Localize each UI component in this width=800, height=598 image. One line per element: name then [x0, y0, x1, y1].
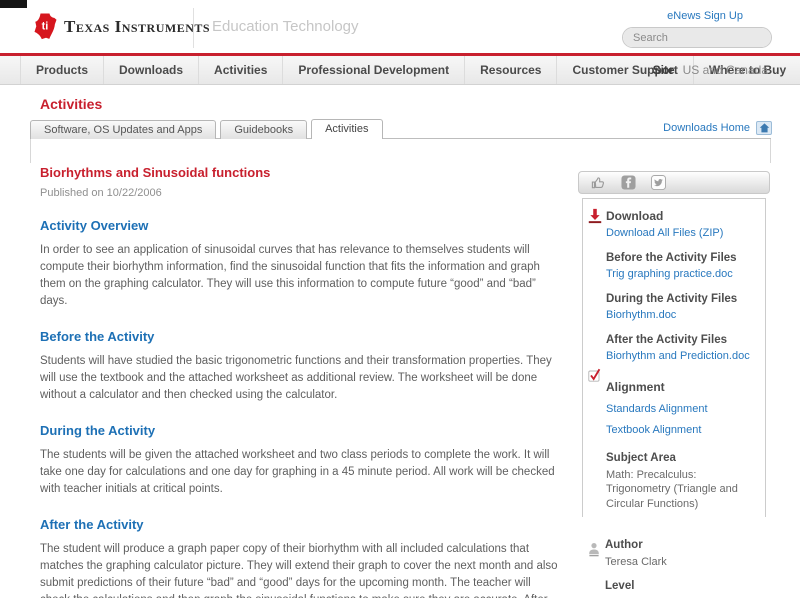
file-group-during: During the Activity Files Biorhythm.doc: [606, 293, 757, 321]
download-label: Download: [606, 209, 664, 223]
nav-item-resources[interactable]: Resources: [465, 56, 558, 84]
home-icon[interactable]: [756, 121, 772, 135]
subject-area-label: Subject Area: [606, 452, 676, 464]
section-body-after-the-activity: The student will produce a graph paper c…: [40, 543, 558, 598]
file-group-label: After the Activity Files: [606, 334, 727, 346]
brand-wordmark: Texas Instruments: [64, 17, 211, 36]
resources-panel: Download Download All Files (ZIP) Before…: [582, 198, 766, 517]
section-body-activity-overview: In order to see an application of sinuso…: [40, 244, 540, 308]
file-group-label: During the Activity Files: [606, 293, 738, 305]
subject-area-value: Math: Precalculus: Trigonometry (Triangl…: [606, 469, 738, 510]
nav-item-downloads[interactable]: Downloads: [104, 56, 200, 84]
tab-software-os-updates[interactable]: Software, OS Updates and Apps: [30, 120, 217, 139]
file-group-after: After the Activity Files Biorhythm and P…: [606, 334, 757, 362]
social-share-bar: [578, 171, 770, 194]
twitter-icon[interactable]: [651, 175, 666, 190]
division-title: Education Technology: [212, 18, 359, 35]
nav-item-professional-development[interactable]: Professional Development: [283, 56, 466, 84]
article-title: Biorhythms and Sinusoidal functions: [40, 165, 271, 180]
site-header: ti Texas Instruments Education Technolog…: [0, 0, 800, 53]
published-date: Published on 10/22/2006: [40, 187, 162, 199]
section-heading-after-the-activity: After the Activity: [40, 517, 144, 533]
file-link-trig-graphing-practice[interactable]: Trig graphing practice.doc: [606, 268, 733, 280]
section-heading-before-the-activity: Before the Activity: [40, 329, 155, 345]
standards-alignment-link[interactable]: Standards Alignment: [606, 403, 757, 415]
site-region: US and Canada: [682, 63, 768, 77]
textbook-alignment-link[interactable]: Textbook Alignment: [606, 424, 757, 436]
ti-education-page: ti Texas Instruments Education Technolog…: [0, 0, 800, 598]
page-title: Activities: [40, 96, 103, 112]
checkbox-check-icon: [588, 368, 601, 382]
downloads-home: Downloads Home: [663, 121, 772, 135]
tab-activities[interactable]: Activities: [311, 119, 383, 139]
thumbs-up-icon[interactable]: [591, 175, 606, 190]
file-link-biorhythm[interactable]: Biorhythm.doc: [606, 309, 676, 321]
svg-text:ti: ti: [42, 21, 49, 33]
search-box: »: [622, 27, 772, 48]
download-arrow-icon: [588, 208, 602, 224]
section-heading-activity-overview: Activity Overview: [40, 218, 149, 233]
search-input[interactable]: [623, 28, 771, 47]
activity-meta: Author Teresa Clark Level 9-12 Activity …: [582, 517, 770, 598]
screen-corner-artifact: [0, 0, 27, 8]
alignment-label: Alignment: [606, 380, 665, 394]
content-right-edge: [770, 138, 771, 163]
file-link-biorhythm-and-prediction[interactable]: Biorhythm and Prediction.doc: [606, 350, 750, 362]
activity-article: Biorhythms and Sinusoidal functions Publ…: [40, 165, 562, 598]
subject-area-block: Subject Area Math: Precalculus: Trigonom…: [606, 452, 757, 511]
ti-logo-icon: ti: [34, 13, 57, 40]
content-left-edge: [30, 138, 31, 163]
tab-bar: Software, OS Updates and Apps Guidebooks…: [30, 119, 387, 139]
level-label: Level: [605, 579, 635, 592]
tab-guidebooks[interactable]: Guidebooks: [220, 120, 308, 139]
activity-sidebar: Download Download All Files (ZIP) Before…: [578, 171, 770, 598]
file-group-label: Before the Activity Files: [606, 252, 737, 264]
section-body-during-the-activity: The students will be given the attached …: [40, 449, 555, 496]
nav-item-activities[interactable]: Activities: [199, 56, 284, 84]
site-label: Site: [652, 63, 675, 77]
header-divider: [193, 8, 194, 48]
enews-signup-link[interactable]: eNews Sign Up: [667, 10, 743, 22]
section-heading-during-the-activity: During the Activity: [40, 423, 156, 439]
nav-item-products[interactable]: Products: [20, 56, 105, 84]
person-icon: [589, 542, 599, 557]
ti-logo-group[interactable]: ti Texas Instruments: [33, 13, 210, 40]
section-body-before-the-activity: Students will have studied the basic tri…: [40, 355, 552, 402]
downloads-home-link[interactable]: Downloads Home: [663, 122, 750, 134]
author-value: Teresa Clark: [605, 555, 667, 568]
facebook-icon[interactable]: [621, 175, 636, 190]
alignment-block: Alignment Standards Alignment Textbook A…: [588, 368, 757, 436]
author-label: Author: [605, 538, 643, 551]
primary-nav: Products Downloads Activities Profession…: [0, 56, 800, 85]
download-all-files-link[interactable]: Download All Files (ZIP): [606, 227, 723, 239]
file-group-before: Before the Activity Files Trig graphing …: [606, 252, 757, 280]
site-selector[interactable]: Site US and Canada: [653, 56, 768, 84]
